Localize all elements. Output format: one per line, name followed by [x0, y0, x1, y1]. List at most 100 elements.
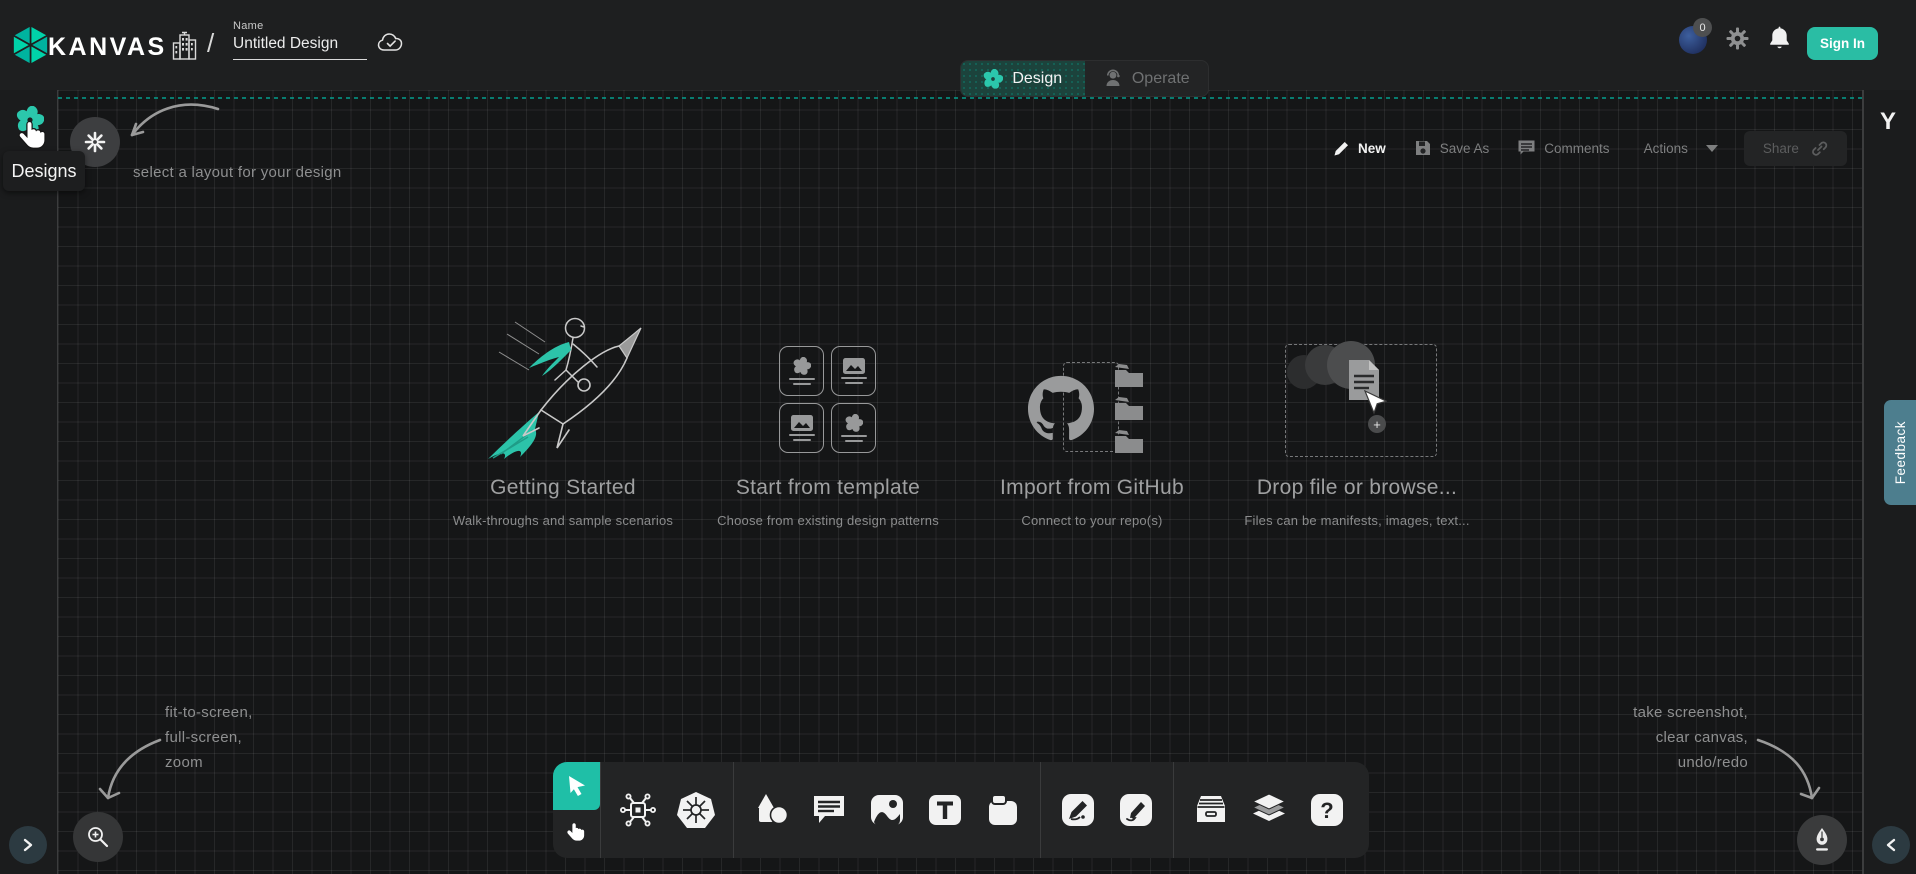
new-button[interactable]: New [1333, 140, 1386, 157]
hint-line: take screenshot, [1548, 700, 1748, 725]
card-getting-started[interactable]: Getting Started Walk-throughs and sample… [443, 318, 683, 528]
template-tile [779, 346, 824, 396]
expand-right-panel-button[interactable] [1872, 826, 1910, 864]
text-tool[interactable] [923, 782, 967, 838]
pan-tool[interactable] [553, 810, 600, 858]
save-as-button[interactable]: Save As [1414, 139, 1490, 157]
rocket-doodle-icon [481, 312, 649, 464]
card-subtitle: Walk-throughs and sample scenarios [453, 513, 673, 528]
merge-y-icon[interactable]: Y [1880, 108, 1896, 136]
feedback-label: Feedback [1893, 421, 1908, 484]
text-tool-icon [928, 794, 962, 826]
pen-nib-icon [1810, 827, 1834, 853]
feedback-tab[interactable]: Feedback [1884, 400, 1916, 505]
design-tab-icon [983, 69, 1003, 89]
github-icon [1028, 375, 1094, 441]
select-cursor-icon [566, 774, 588, 798]
new-label: New [1358, 141, 1386, 156]
tab-design[interactable]: Design [961, 61, 1085, 96]
card-title: Start from template [736, 476, 920, 500]
toolbar-main: ? [601, 762, 1364, 858]
zoom-button[interactable] [73, 812, 123, 862]
chevron-down-icon [1706, 145, 1718, 152]
image-tool-icon [870, 794, 904, 826]
pencil-tool-icon [1119, 793, 1153, 827]
comment-tool-icon [812, 794, 846, 826]
tab-operate-label: Operate [1132, 70, 1190, 88]
component-icon [619, 791, 657, 829]
card-subtitle: Connect to your repo(s) [1021, 513, 1162, 528]
operate-tab-icon [1103, 69, 1123, 89]
actions-dropdown[interactable]: Actions [1644, 141, 1718, 156]
chevron-left-icon [1885, 838, 1897, 852]
pen-tool[interactable] [1056, 782, 1100, 838]
screenshot-hint-arrow [1752, 730, 1830, 810]
component-tool[interactable] [616, 782, 660, 838]
getting-started-art [443, 318, 683, 460]
zoom-hint-text: fit-to-screen, full-screen, zoom [165, 700, 253, 775]
tab-operate[interactable]: Operate [1085, 61, 1209, 96]
comment-tool[interactable] [807, 782, 851, 838]
kubernetes-icon [676, 791, 716, 829]
drawer-tool[interactable] [1189, 782, 1233, 838]
design-name-input[interactable] [233, 32, 367, 60]
notification-count-badge: 0 [1693, 18, 1712, 37]
layers-tool[interactable] [1247, 782, 1291, 838]
share-button[interactable]: Share [1744, 131, 1847, 166]
mode-toggle: Design Operate [960, 60, 1209, 97]
zoom-in-icon [86, 825, 110, 849]
hint-line: full-screen, [165, 725, 253, 750]
drop-file-art: + [1237, 318, 1477, 460]
drawer-icon [1192, 794, 1230, 826]
hand-tool-icon [565, 821, 589, 847]
canvas-action-bar: New Save As Comments Actions Share [1333, 133, 1847, 163]
layout-hint-text: select a layout for your design [133, 160, 342, 185]
cloud-save-icon[interactable] [377, 31, 406, 53]
brand-name: KANVAS [48, 33, 167, 62]
bell-icon[interactable] [1768, 26, 1791, 51]
left-rail [0, 90, 57, 874]
help-icon: ? [1310, 793, 1344, 827]
select-tool[interactable] [553, 762, 600, 810]
avatar[interactable]: 0 [1679, 26, 1707, 54]
svg-text:?: ? [1320, 798, 1333, 823]
template-tile [779, 403, 824, 453]
image-tool[interactable] [865, 782, 909, 838]
card-drop-file[interactable]: + Drop file or browse... Files can be ma… [1237, 318, 1477, 528]
card-subtitle: Files can be manifests, images, text... [1244, 513, 1469, 528]
expand-left-panel-button[interactable] [9, 826, 47, 864]
note-tool-icon [986, 793, 1020, 827]
card-import-github[interactable]: Import from GitHub Connect to your repo(… [972, 318, 1212, 528]
hint-line: zoom [165, 750, 253, 775]
pen-actions-button[interactable] [1797, 815, 1847, 865]
sign-in-button[interactable]: Sign In [1807, 27, 1878, 60]
shapes-tool[interactable] [749, 782, 793, 838]
header: KANVAS / Name [0, 0, 1916, 90]
pen-tool-icon [1061, 793, 1095, 827]
design-name-group: Name [233, 20, 367, 60]
note-tool[interactable] [981, 782, 1025, 838]
tab-design-label: Design [1012, 70, 1062, 88]
template-tile [831, 346, 876, 396]
gear-icon[interactable] [1726, 27, 1749, 50]
comments-button[interactable]: Comments [1517, 139, 1609, 157]
card-start-from-template[interactable]: Start from template Choose from existing… [708, 318, 948, 528]
template-art [708, 318, 948, 460]
kubernetes-tool[interactable] [674, 782, 718, 838]
actions-label: Actions [1644, 141, 1688, 156]
help-tool[interactable]: ? [1305, 782, 1349, 838]
share-label: Share [1763, 141, 1799, 156]
shapes-icon [753, 793, 789, 827]
kanvas-app: KANVAS / Name [0, 0, 1916, 874]
chevron-right-icon [22, 838, 34, 852]
kanvas-logo-icon[interactable] [12, 24, 49, 66]
card-title: Drop file or browse... [1257, 476, 1457, 500]
organization-icon[interactable] [171, 31, 198, 61]
share-link-icon [1811, 140, 1828, 157]
github-art [972, 318, 1212, 460]
layers-icon [1250, 792, 1288, 828]
template-grid-icon [779, 346, 876, 453]
save-as-label: Save As [1440, 141, 1490, 156]
hand-cursor-icon [17, 118, 51, 158]
pencil-tool[interactable] [1114, 782, 1158, 838]
